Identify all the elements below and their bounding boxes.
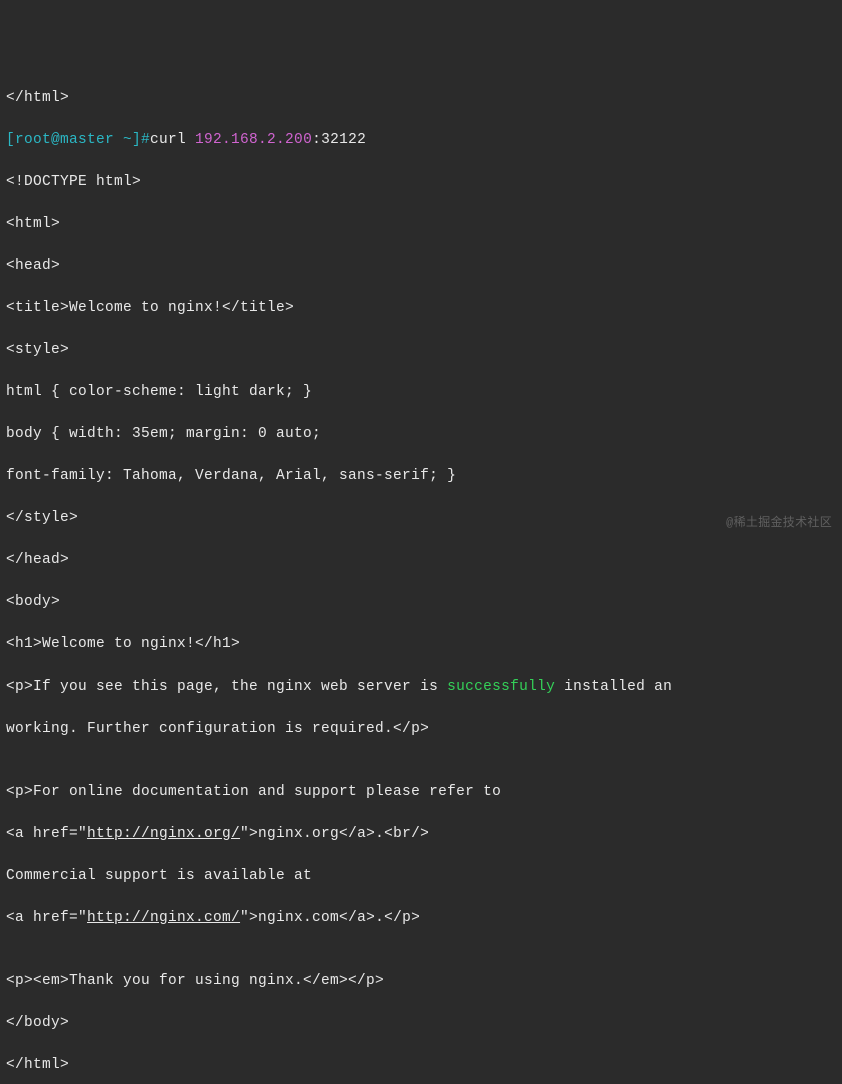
terminal-output-line: <a href="http://nginx.com/">nginx.com</a…	[6, 908, 836, 929]
output-text: <head>	[6, 258, 60, 274]
port-text: :32122	[312, 132, 366, 148]
terminal-output-line: <p><em>Thank you for using nginx.</em></…	[6, 971, 836, 992]
output-text: <a href="	[6, 826, 87, 842]
output-text: <a href="	[6, 910, 87, 926]
output-text: </html>	[6, 1057, 69, 1073]
output-highlight: successfully	[447, 679, 555, 695]
output-text: </body>	[6, 1015, 69, 1031]
terminal-output-line: body { width: 35em; margin: 0 auto;	[6, 424, 836, 445]
output-text: <title>Welcome to nginx!</title>	[6, 300, 294, 316]
output-text: <p><em>Thank you for using nginx.</em></…	[6, 973, 384, 989]
output-text: working. Further configuration is requir…	[6, 721, 429, 737]
terminal-output-line: <body>	[6, 592, 836, 613]
terminal-line-prev: </html>	[6, 88, 836, 109]
terminal-output-line: Commercial support is available at	[6, 866, 836, 887]
terminal-output-line: </html>	[6, 1055, 836, 1076]
output-text: installed an	[555, 679, 672, 695]
output-text: </head>	[6, 552, 69, 568]
command-text: curl	[150, 132, 195, 148]
prompt-prefix: [root@master ~]#	[6, 132, 150, 148]
terminal-output-line: <h1>Welcome to nginx!</h1>	[6, 634, 836, 655]
terminal-output-line: <p>For online documentation and support …	[6, 782, 836, 803]
output-text: body { width: 35em; margin: 0 auto;	[6, 426, 321, 442]
terminal-output-line: working. Further configuration is requir…	[6, 719, 836, 740]
terminal-output-line: <!DOCTYPE html>	[6, 172, 836, 193]
output-text: <p>If you see this page, the nginx web s…	[6, 679, 447, 695]
output-text: <h1>Welcome to nginx!</h1>	[6, 636, 240, 652]
watermark-text: @稀土掘金技术社区	[726, 515, 832, 532]
terminal-output-line: <title>Welcome to nginx!</title>	[6, 298, 836, 319]
terminal-output-line: </head>	[6, 550, 836, 571]
output-text: <p>For online documentation and support …	[6, 784, 501, 800]
terminal-output-line: <html>	[6, 214, 836, 235]
output-text: <style>	[6, 342, 69, 358]
output-text: </style>	[6, 510, 78, 526]
terminal-output-line: html { color-scheme: light dark; }	[6, 382, 836, 403]
output-url: http://nginx.com/	[87, 910, 240, 926]
terminal-output-line: </style>	[6, 508, 836, 529]
output-text: </html>	[6, 90, 69, 106]
output-text: ">nginx.com</a>.</p>	[240, 910, 420, 926]
output-text: ">nginx.org</a>.<br/>	[240, 826, 429, 842]
output-text: <html>	[6, 216, 60, 232]
terminal-output-line: <style>	[6, 340, 836, 361]
output-text: Commercial support is available at	[6, 868, 312, 884]
terminal-prompt-line[interactable]: [root@master ~]#curl 192.168.2.200:32122	[6, 130, 836, 151]
ip-address: 192.168.2.200	[195, 132, 312, 148]
terminal-output-line: </body>	[6, 1013, 836, 1034]
terminal-output-line: font-family: Tahoma, Verdana, Arial, san…	[6, 466, 836, 487]
terminal-output-line: <a href="http://nginx.org/">nginx.org</a…	[6, 824, 836, 845]
terminal-output-line: <head>	[6, 256, 836, 277]
output-text: <!DOCTYPE html>	[6, 174, 141, 190]
output-text: <body>	[6, 594, 60, 610]
output-url: http://nginx.org/	[87, 826, 240, 842]
output-text: font-family: Tahoma, Verdana, Arial, san…	[6, 468, 456, 484]
terminal-output-line: <p>If you see this page, the nginx web s…	[6, 677, 836, 698]
output-text: html { color-scheme: light dark; }	[6, 384, 312, 400]
